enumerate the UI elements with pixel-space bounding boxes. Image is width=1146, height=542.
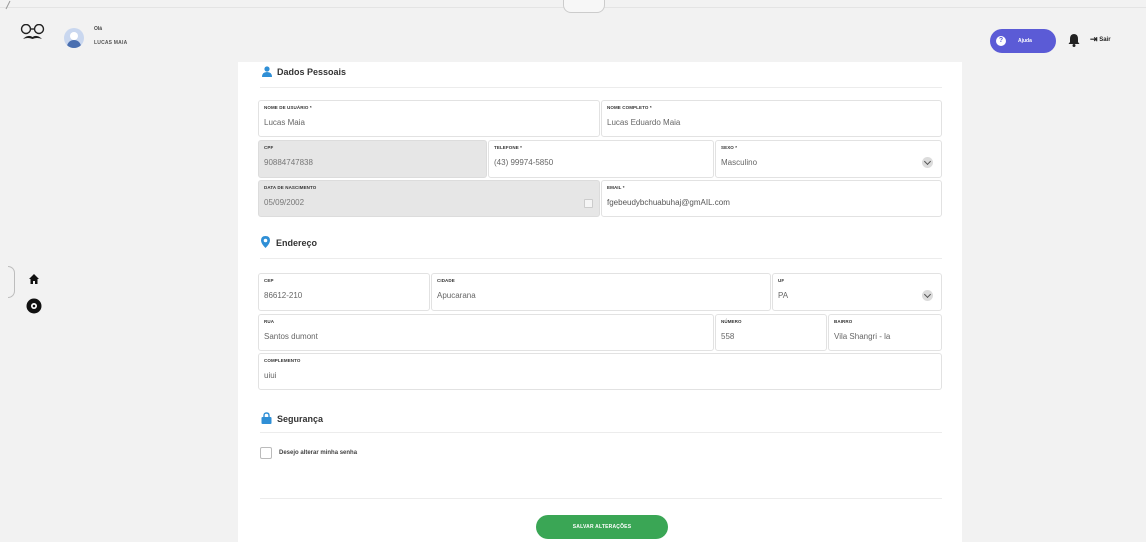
logout-label: Sair	[1099, 37, 1111, 44]
change-password-label[interactable]: Desejo alterar minha senha	[279, 450, 357, 456]
bell-icon[interactable]	[1068, 33, 1080, 47]
section-divider	[260, 258, 942, 259]
chevron-down-icon[interactable]	[922, 290, 933, 301]
city-field[interactable]: CIDADE Apucarana	[431, 273, 771, 311]
complement-label: COMPLEMENTO	[264, 358, 301, 363]
birthdate-value: 05/09/2002	[264, 198, 305, 207]
street-field[interactable]: RUA Santos dumont	[258, 314, 714, 351]
number-label: NÚMERO	[721, 319, 742, 324]
location-pin-icon	[261, 236, 270, 248]
cep-value: 86612-210	[264, 291, 303, 300]
street-value: Santos dumont	[264, 332, 318, 341]
avatar[interactable]	[64, 28, 84, 48]
fullname-field[interactable]: NOME COMPLETO * Lucas Eduardo Maia	[601, 100, 942, 137]
username-label: NOME DE USUÁRIO *	[264, 105, 312, 110]
save-changes-button[interactable]: SALVAR ALTERAÇÕES	[536, 515, 668, 539]
section-divider	[260, 432, 942, 433]
corner-mark	[5, 0, 11, 10]
email-field[interactable]: EMAIL * fgebeudybchuabuhaj@gmAIL.com	[601, 180, 942, 217]
street-label: RUA	[264, 319, 275, 324]
district-label: BAIRRO	[834, 319, 853, 324]
logout-button[interactable]: ⇥ Sair	[1090, 34, 1111, 45]
birthdate-label: DATA DE NASCIMENTO	[264, 185, 317, 190]
email-label: EMAIL *	[607, 185, 625, 190]
help-button-label: Ajuda	[1018, 38, 1032, 44]
chevron-down-icon[interactable]	[922, 157, 933, 168]
district-field[interactable]: BAIRRO Vila Shangri - la	[828, 314, 942, 351]
cep-label: CEP	[264, 278, 274, 283]
fullname-label: NOME COMPLETO *	[607, 105, 652, 110]
district-value: Vila Shangri - la	[834, 332, 891, 341]
phone-field[interactable]: TELEFONE * (43) 99974-5850	[488, 140, 714, 178]
cpf-label: CPF	[264, 145, 274, 150]
section-divider	[260, 87, 942, 88]
change-password-checkbox[interactable]	[260, 447, 272, 459]
cep-field[interactable]: CEP 86612-210	[258, 273, 430, 311]
sex-label: SEXO *	[721, 145, 738, 150]
section-title-personal: Dados Pessoais	[277, 67, 347, 77]
state-select[interactable]: UF PA	[772, 273, 942, 311]
home-icon[interactable]	[28, 273, 40, 285]
help-button[interactable]: ? Ajuda	[990, 29, 1056, 53]
city-value: Apucarana	[437, 291, 476, 300]
gear-icon[interactable]	[26, 298, 42, 314]
state-value: PA	[778, 291, 789, 300]
section-title-security: Segurança	[277, 414, 324, 424]
help-icon: ?	[996, 36, 1006, 46]
lock-icon	[261, 412, 272, 424]
section-title-address: Endereço	[276, 238, 318, 248]
complement-value: uiui	[264, 371, 277, 380]
username-field[interactable]: NOME DE USUÁRIO * Lucas Maia	[258, 100, 600, 137]
sidebar-toggle-handle[interactable]	[8, 266, 15, 298]
username-text: LUCAS MAIA	[94, 40, 128, 46]
city-label: CIDADE	[437, 278, 455, 283]
username-value: Lucas Maia	[264, 118, 305, 127]
birthdate-field: DATA DE NASCIMENTO 05/09/2002	[258, 180, 600, 217]
logout-icon: ⇥	[1090, 34, 1098, 44]
cpf-field: CPF 90884747838	[258, 140, 487, 178]
number-value: 558	[721, 332, 735, 341]
calendar-icon	[584, 199, 593, 208]
email-value: fgebeudybchuabuhaj@gmAIL.com	[607, 198, 730, 207]
number-field[interactable]: NÚMERO 558	[715, 314, 827, 351]
sex-value: Masculino	[721, 158, 758, 167]
glasses-mustache-logo	[20, 24, 45, 39]
footer-divider	[260, 498, 942, 499]
greeting-text: Olá	[94, 26, 103, 32]
top-pull-tab[interactable]	[563, 0, 605, 13]
fullname-value: Lucas Eduardo Maia	[607, 118, 681, 127]
sex-select[interactable]: SEXO * Masculino	[715, 140, 942, 178]
phone-label: TELEFONE *	[494, 145, 523, 150]
user-icon	[262, 66, 272, 77]
complement-field[interactable]: COMPLEMENTO uiui	[258, 353, 942, 390]
cpf-value: 90884747838	[264, 158, 313, 167]
phone-value: (43) 99974-5850	[494, 158, 554, 167]
state-label: UF	[778, 278, 785, 283]
